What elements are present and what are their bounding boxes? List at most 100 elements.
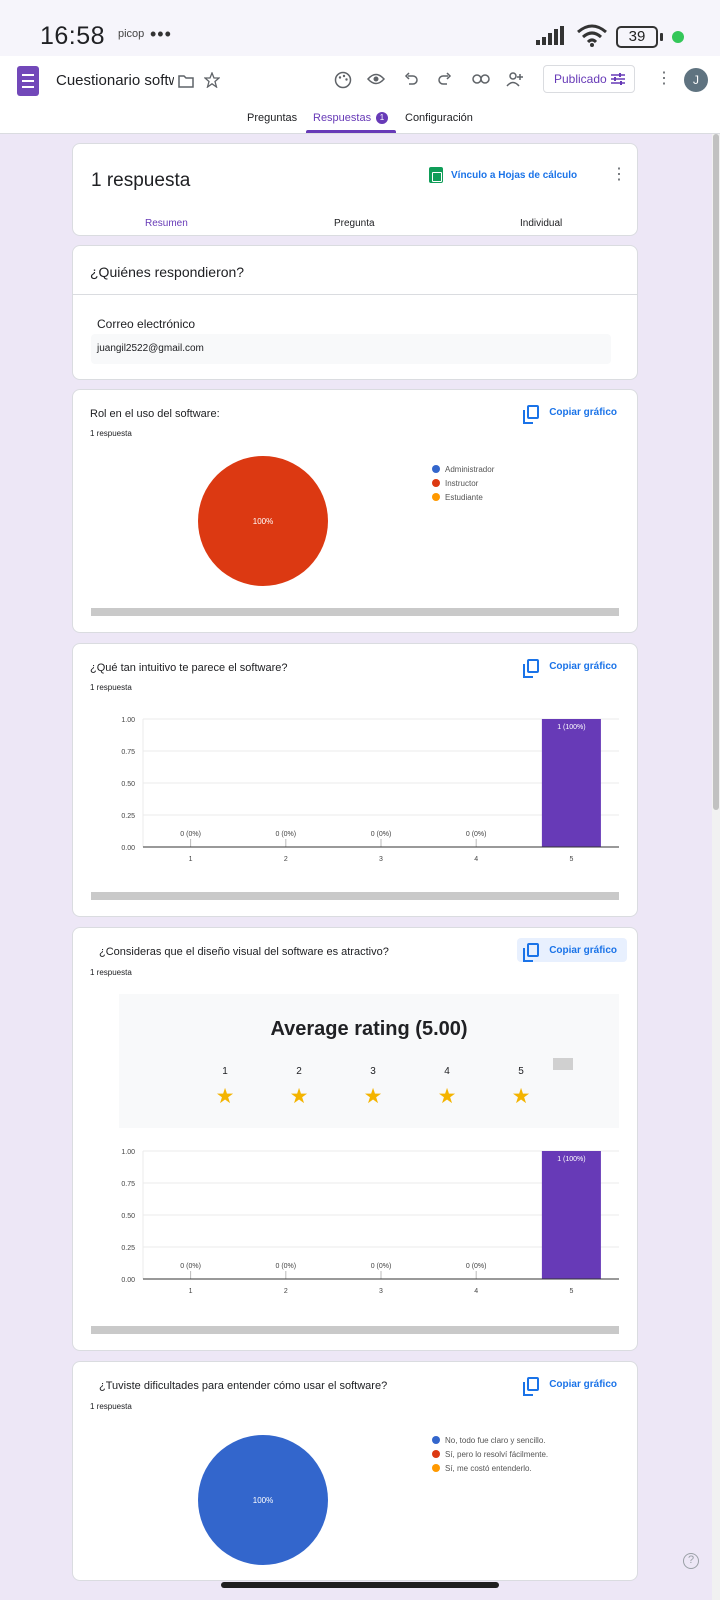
tab-preguntas[interactable]: Preguntas — [247, 112, 297, 124]
responses-count-badge: 1 — [376, 112, 388, 124]
subtab-pregunta[interactable]: Pregunta — [334, 218, 375, 229]
signal-icon — [536, 26, 564, 45]
y-tick-label: 1.00 — [121, 1149, 135, 1156]
x-tick-label: 5 — [569, 856, 573, 863]
bar-data-label: 0 (0%) — [180, 831, 201, 838]
y-tick-label: 0.50 — [121, 781, 135, 788]
who-responded-title: ¿Quiénes respondieron? — [90, 264, 245, 280]
add-collaborator-icon[interactable] — [506, 71, 524, 87]
chart-horizontal-scrollbar[interactable] — [91, 608, 619, 616]
active-tab-indicator — [306, 130, 396, 133]
forms-app-bar: Cuestionario softwa Publicado ⋮ J Pregun… — [0, 56, 720, 134]
bar-data-label: 0 (0%) — [371, 831, 392, 838]
legend-label: Administrador — [445, 464, 495, 474]
redo-icon[interactable] — [438, 72, 452, 86]
question-card-diseno: ¿Consideras que el diseño visual del sof… — [72, 927, 638, 1351]
x-tick-label: 1 — [189, 856, 193, 863]
tune-icon — [611, 73, 625, 85]
bar-chart: 0.00 0.25 0.50 0.75 1.00 0 (0%) 1 0 (0%) 2 0 (0%)… — [121, 717, 619, 863]
who-responded-card: ¿Quiénes respondieron? Correo electrónic… — [72, 245, 638, 380]
camera-indicator-dot — [672, 31, 684, 43]
legend-item: Administrador — [432, 462, 494, 476]
pie-slice-label: 100% — [253, 1496, 273, 1505]
bar-data-label: 1 (100%) — [557, 1156, 585, 1163]
published-button[interactable]: Publicado — [543, 65, 635, 93]
x-tick-label: 5 — [569, 1288, 573, 1295]
legend-label: Estudiante — [445, 492, 483, 502]
legend-label: Sí, me costó entenderlo. — [445, 1463, 532, 1473]
y-tick-label: 0.00 — [121, 845, 135, 852]
x-tick-label: 3 — [379, 856, 383, 863]
bar-data-label: 0 (0%) — [180, 1263, 201, 1270]
pie-chart: 100% — [198, 456, 328, 586]
chart-legend: Administrador Instructor Estudiante — [432, 462, 494, 504]
status-more-icon: ••• — [150, 24, 172, 44]
more-options-icon[interactable]: ⋮ — [656, 68, 672, 88]
y-tick-label: 0.00 — [121, 1277, 135, 1284]
status-bar: 16:58 picop ••• 39 — [0, 0, 720, 56]
x-tick-label: 4 — [474, 1288, 478, 1295]
legend-label: No, todo fue claro y sencillo. — [445, 1435, 546, 1445]
legend-swatch — [432, 493, 440, 501]
x-tick-label: 1 — [189, 1288, 193, 1295]
bar — [541, 1151, 601, 1279]
x-tick-label: 3 — [379, 1288, 383, 1295]
bar-data-label: 0 (0%) — [275, 831, 296, 838]
link-icon[interactable] — [472, 73, 490, 85]
palette-icon[interactable] — [334, 71, 352, 89]
folder-icon[interactable] — [178, 74, 194, 88]
avatar[interactable]: J — [684, 68, 708, 92]
form-title[interactable]: Cuestionario softwa — [56, 72, 174, 89]
star-icon[interactable] — [204, 72, 220, 88]
link-to-sheets-button[interactable]: Vínculo a Hojas de cálculo — [429, 167, 577, 183]
legend-swatch — [432, 1464, 440, 1472]
wifi-icon — [577, 24, 607, 47]
email-field-label: Correo electrónico — [97, 317, 196, 331]
legend-swatch — [432, 1436, 440, 1444]
battery-icon: 39 — [616, 26, 658, 48]
y-tick-label: 0.50 — [121, 1213, 135, 1220]
bar-data-label: 0 (0%) — [466, 1263, 487, 1270]
scrollbar-thumb[interactable] — [713, 134, 719, 810]
x-tick-label: 2 — [284, 1288, 288, 1295]
subtab-individual[interactable]: Individual — [520, 218, 562, 229]
subtab-resumen[interactable]: Resumen — [145, 218, 188, 229]
y-tick-label: 0.25 — [121, 813, 135, 820]
bar-data-label: 0 (0%) — [371, 1263, 392, 1270]
status-time: 16:58 — [40, 22, 106, 50]
y-tick-label: 0.75 — [121, 1181, 135, 1188]
battery-cap — [660, 33, 663, 41]
responses-count-title: 1 respuesta — [91, 170, 191, 191]
published-label: Publicado — [554, 72, 607, 86]
question-card-rol: Rol en el uso del software: 1 respuesta … — [72, 389, 638, 633]
divider — [73, 294, 637, 295]
tab-configuracion[interactable]: Configuración — [405, 112, 473, 124]
pie-slice-label: 100% — [253, 517, 273, 526]
chart-horizontal-scrollbar[interactable] — [91, 1326, 619, 1334]
x-tick-label: 2 — [284, 856, 288, 863]
chart-horizontal-scrollbar[interactable] — [91, 892, 619, 900]
chart-legend: No, todo fue claro y sencillo. Sí, pero … — [432, 1433, 548, 1475]
x-tick-label: 4 — [474, 856, 478, 863]
tab-respuestas[interactable]: Respuestas — [313, 112, 371, 124]
bar-chart: 0.00 0.25 0.50 0.75 1.00 0 (0%) 1 0 (0%) 2 0 (0%)… — [121, 1149, 619, 1295]
home-indicator[interactable] — [221, 1582, 499, 1588]
legend-item: Instructor — [432, 476, 494, 490]
sheets-icon — [429, 167, 443, 183]
help-icon[interactable]: ? — [683, 1553, 699, 1569]
link-to-sheets-label: Vínculo a Hojas de cálculo — [451, 169, 578, 181]
y-tick-label: 0.25 — [121, 1245, 135, 1252]
respondent-email: juangil2522@gmail.com — [91, 334, 611, 364]
legend-item: Sí, me costó entenderlo. — [432, 1461, 548, 1475]
pie-chart: 100% — [198, 1435, 328, 1565]
google-forms-logo-icon[interactable] — [17, 66, 39, 96]
responses-more-icon[interactable]: ⋮ — [611, 164, 627, 184]
legend-swatch — [432, 1450, 440, 1458]
undo-icon[interactable] — [404, 72, 418, 86]
responses-summary-card: 1 respuesta Vínculo a Hojas de cálculo ⋮… — [72, 143, 638, 236]
legend-label: Instructor — [445, 478, 479, 488]
bar-data-label: 1 (100%) — [557, 724, 585, 731]
bar — [541, 719, 601, 847]
preview-eye-icon[interactable] — [367, 72, 385, 86]
legend-item: No, todo fue claro y sencillo. — [432, 1433, 548, 1447]
